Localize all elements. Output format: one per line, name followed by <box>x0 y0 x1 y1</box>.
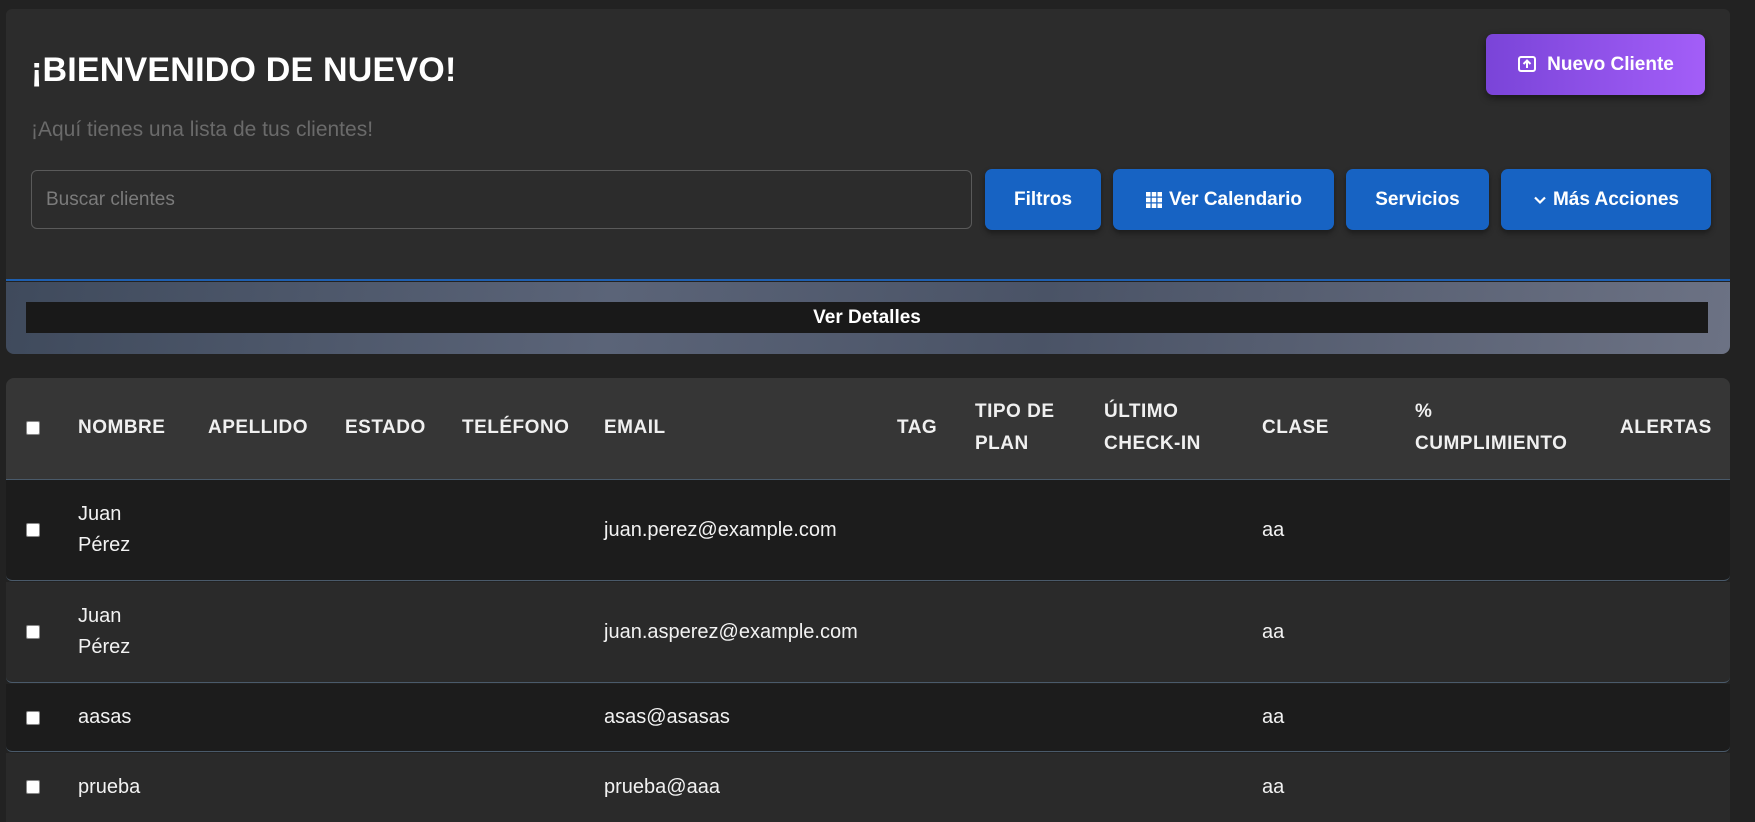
table-row[interactable]: aasas asas@asasas aa <box>6 684 1730 752</box>
cell-clase: aa <box>1262 621 1285 643</box>
new-client-label: Nuevo Cliente <box>1547 53 1674 75</box>
app-window: ¡BIENVENIDO DE NUEVO! ¡Aquí tienes una l… <box>0 0 1755 822</box>
search-input[interactable] <box>32 171 971 228</box>
text-line: prueba <box>78 776 141 798</box>
column-header[interactable]: ÚLTIMO CHECK-IN <box>1104 396 1201 460</box>
cell-nombre: Juan Pérez <box>78 601 130 663</box>
clients-table: NOMBRE APELLIDO ESTADO TELÉFONO EMAIL TA… <box>6 378 1730 822</box>
text-line: Juan <box>78 605 122 627</box>
text-line: CUMPLIMIENTO <box>1415 433 1568 454</box>
row-checkbox[interactable] <box>26 711 40 725</box>
view-details-button[interactable]: Ver Detalles <box>26 302 1708 333</box>
table-row[interactable]: Juan Pérez juan.perez@example.com aa <box>6 480 1730 581</box>
cell-nombre: Juan Pérez <box>78 499 130 561</box>
services-label: Servicios <box>1375 188 1460 210</box>
filters-button[interactable]: Filtros <box>985 169 1101 230</box>
table-row[interactable]: prueba prueba@aaa aa <box>6 753 1730 822</box>
filters-label: Filtros <box>1013 188 1073 210</box>
cell-email: juan.perez@example.com <box>604 519 837 541</box>
chevron-down-icon <box>1533 193 1547 207</box>
details-panel: Ver Detalles <box>6 282 1730 354</box>
column-header[interactable]: ESTADO <box>345 412 426 444</box>
text-line: TIPO DE <box>975 401 1055 422</box>
row-checkbox[interactable] <box>26 523 40 537</box>
search-field <box>31 170 972 229</box>
column-header[interactable]: TAG <box>897 412 937 444</box>
column-header[interactable]: EMAIL <box>604 412 666 444</box>
table-header: NOMBRE APELLIDO ESTADO TELÉFONO EMAIL TA… <box>6 378 1730 480</box>
cell-email: asas@asasas <box>604 706 730 728</box>
more-actions-button[interactable]: Más Acciones <box>1501 169 1711 230</box>
page-subtitle: ¡Aquí tienes una lista de tus clientes! <box>31 118 374 141</box>
row-checkbox[interactable] <box>26 625 40 639</box>
table-row[interactable]: Juan Pérez juan.asperez@example.com aa <box>6 582 1730 683</box>
text-line: ESTADO <box>345 417 426 438</box>
text-line: TAG <box>897 417 938 438</box>
text-line: aasas <box>78 706 132 728</box>
page-title: ¡BIENVENIDO DE NUEVO! <box>31 51 457 89</box>
new-client-button[interactable]: Nuevo Cliente <box>1486 34 1705 95</box>
cell-email: prueba@aaa <box>604 776 720 798</box>
text-line: APELLIDO <box>208 417 309 438</box>
column-header[interactable]: % CUMPLIMIENTO <box>1415 396 1567 460</box>
column-header[interactable]: ALERTAS <box>1620 412 1712 444</box>
view-calendar-button[interactable]: Ver Calendario <box>1113 169 1334 230</box>
select-all-checkbox[interactable] <box>26 421 40 435</box>
text-line: Juan <box>78 503 122 525</box>
cell-nombre: prueba <box>78 772 140 803</box>
text-line: PLAN <box>975 433 1029 454</box>
column-header[interactable]: APELLIDO <box>208 412 308 444</box>
text-line: Pérez <box>78 636 131 658</box>
text-line: CLASE <box>1262 417 1329 438</box>
column-header[interactable]: NOMBRE <box>78 412 165 444</box>
text-line: TELÉFONO <box>462 417 570 438</box>
clients-header: ¡BIENVENIDO DE NUEVO! ¡Aquí tienes una l… <box>6 9 1730 281</box>
text-line: EMAIL <box>604 417 666 438</box>
text-line: ÚLTIMO <box>1104 401 1179 422</box>
column-header[interactable]: CLASE <box>1262 412 1329 444</box>
cell-clase: aa <box>1262 706 1285 728</box>
text-line: CHECK-IN <box>1104 433 1201 454</box>
row-checkbox[interactable] <box>26 780 40 794</box>
more-actions-label: Más Acciones <box>1552 188 1679 210</box>
services-button[interactable]: Servicios <box>1346 169 1489 230</box>
text-line: % <box>1415 401 1433 422</box>
text-line: ALERTAS <box>1620 417 1712 438</box>
cell-email: juan.asperez@example.com <box>604 621 858 643</box>
column-header[interactable]: TIPO DE PLAN <box>975 396 1055 460</box>
grid-icon <box>1145 191 1163 209</box>
cell-clase: aa <box>1262 776 1285 798</box>
cell-clase: aa <box>1262 519 1285 541</box>
cell-nombre: aasas <box>78 702 131 733</box>
text-line: Pérez <box>78 534 131 556</box>
column-header[interactable]: TELÉFONO <box>462 412 569 444</box>
text-line: NOMBRE <box>78 417 166 438</box>
upload-box-icon <box>1517 55 1537 75</box>
view-calendar-label: Ver Calendario <box>1168 188 1303 210</box>
